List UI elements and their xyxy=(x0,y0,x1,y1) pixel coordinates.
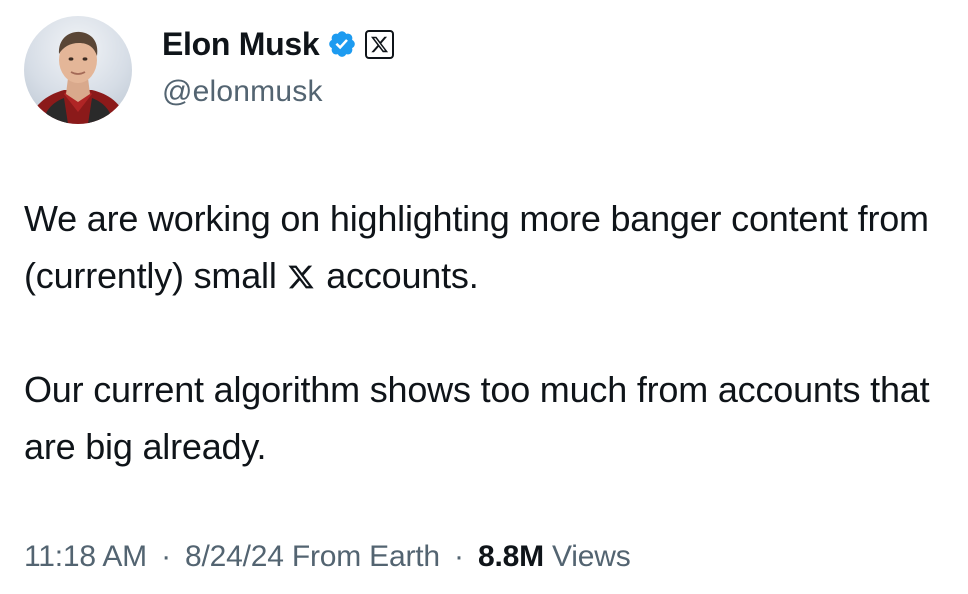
tweet-paragraph: Our current algorithm shows too much fro… xyxy=(24,369,930,467)
author-identity: Elon Musk @elonmusk xyxy=(162,23,395,109)
tweet-meta: 11:18 AM · 8/24/24 From Earth · 8.8M Vie… xyxy=(24,540,631,574)
tweet-time[interactable]: 11:18 AM xyxy=(24,540,147,573)
tweet-card[interactable]: Elon Musk @elonmusk We are working on hi… xyxy=(0,0,968,594)
tweet-date[interactable]: 8/24/24 xyxy=(185,540,284,573)
avatar[interactable] xyxy=(24,16,132,124)
meta-separator: · xyxy=(161,540,171,573)
name-row: Elon Musk xyxy=(162,23,395,65)
x-logo-icon xyxy=(365,29,395,59)
tweet-text-segment: accounts. xyxy=(316,255,479,296)
meta-separator: · xyxy=(454,540,464,573)
views-count[interactable]: 8.8M xyxy=(478,540,544,573)
author-display-name[interactable]: Elon Musk xyxy=(162,26,320,63)
tweet-paragraph: We are working on highlighting more bang… xyxy=(24,190,934,304)
verified-check-icon[interactable] xyxy=(327,29,357,59)
avatar-portrait-icon xyxy=(28,31,128,124)
tweet-source: From Earth xyxy=(291,540,440,573)
views-label: Views xyxy=(552,540,631,573)
tweet-text: We are working on highlighting more bang… xyxy=(24,190,934,475)
tweet-header: Elon Musk @elonmusk xyxy=(24,16,395,124)
author-handle[interactable]: @elonmusk xyxy=(162,75,394,109)
x-logo-icon xyxy=(286,250,316,289)
